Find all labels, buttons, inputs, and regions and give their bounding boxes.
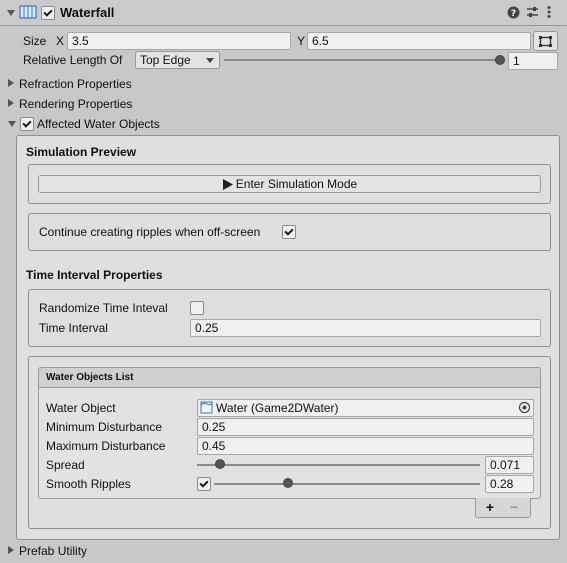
smooth-ripples-slider-track[interactable]	[214, 483, 480, 485]
water-object-label: Water Object	[46, 401, 116, 415]
refraction-foldout-arrow-icon[interactable]	[8, 79, 14, 87]
affected-foldout-arrow-icon[interactable]	[8, 121, 16, 127]
smooth-ripples-field[interactable]: 0.28	[485, 475, 534, 493]
size-y-field[interactable]: 6.5	[307, 32, 531, 50]
relative-length-dropdown-value: Top Edge	[140, 53, 191, 67]
time-interval-heading: Time Interval Properties	[26, 268, 163, 282]
preset-icon[interactable]	[526, 6, 539, 19]
edit-bounds-icon	[539, 35, 552, 47]
relative-length-slider-thumb[interactable]	[495, 55, 505, 65]
component-title: Waterfall	[60, 5, 115, 20]
maximum-disturbance-label: Maximum Disturbance	[46, 439, 166, 453]
play-icon	[222, 178, 233, 190]
time-interval-label: Time Interval	[39, 321, 108, 335]
check-mark-icon	[22, 117, 32, 128]
water-object-value: Water (Game2DWater)	[216, 401, 339, 415]
check-mark-icon	[284, 225, 294, 236]
enter-simulation-mode-button[interactable]: Enter Simulation Mode	[38, 175, 541, 193]
check-mark-icon	[43, 6, 53, 17]
time-interval-box	[28, 289, 551, 347]
component-enabled-checkbox[interactable]	[41, 6, 55, 20]
enter-simulation-mode-label: Enter Simulation Mode	[235, 177, 358, 191]
size-x-field[interactable]: 3.5	[67, 32, 291, 50]
size-label: Size	[23, 34, 47, 48]
minimum-disturbance-field[interactable]: 0.25	[197, 418, 534, 436]
relative-length-slider-track[interactable]	[224, 59, 500, 61]
help-icon[interactable]: ?	[507, 6, 520, 19]
offscreen-ripples-label: Continue creating ripples when off-scree…	[39, 225, 261, 239]
component-foldout-arrow-icon[interactable]	[7, 10, 15, 16]
relative-length-label: Relative Length Of	[23, 53, 123, 67]
smooth-ripples-label: Smooth Ripples	[46, 477, 131, 491]
remove-item-button[interactable]: −	[507, 499, 521, 515]
spread-field[interactable]: 0.071	[485, 456, 534, 474]
add-item-button[interactable]: +	[483, 499, 497, 515]
size-y-label: Y	[297, 34, 306, 48]
size-x-label: X	[56, 34, 65, 48]
water-component-icon	[200, 401, 213, 414]
object-picker-icon[interactable]	[518, 401, 531, 414]
rendering-foldout[interactable]: Rendering Properties	[19, 95, 132, 113]
randomize-time-interval-label: Randomize Time Inteval	[39, 301, 168, 315]
relative-length-field[interactable]: 1	[508, 52, 558, 70]
spread-slider-track[interactable]	[197, 464, 480, 466]
relative-length-dropdown[interactable]: Top Edge	[135, 51, 220, 69]
edit-bounds-button[interactable]	[533, 31, 558, 51]
simulation-preview-heading: Simulation Preview	[26, 145, 137, 159]
refraction-foldout[interactable]: Refraction Properties	[19, 75, 132, 93]
affected-enabled-checkbox[interactable]	[20, 117, 34, 131]
prefab-utility-foldout[interactable]: Prefab Utility	[19, 542, 87, 560]
maximum-disturbance-field[interactable]: 0.45	[197, 437, 534, 455]
chevron-down-icon	[206, 58, 214, 63]
svg-text:?: ?	[511, 9, 516, 19]
affected-foldout[interactable]: Affected Water Objects	[37, 115, 160, 133]
offscreen-ripples-checkbox[interactable]	[282, 225, 296, 239]
time-interval-field[interactable]: 0.25	[190, 319, 541, 337]
overflow-menu-icon[interactable]	[546, 5, 552, 19]
rendering-foldout-arrow-icon[interactable]	[8, 99, 14, 107]
prefab-foldout-arrow-icon[interactable]	[8, 546, 14, 554]
water-object-field[interactable]: Water (Game2DWater)	[197, 399, 534, 417]
spread-label: Spread	[46, 458, 85, 472]
water-objects-list-title: Water Objects List	[46, 372, 134, 383]
spread-slider-thumb[interactable]	[214, 459, 225, 469]
smooth-ripples-checkbox[interactable]	[197, 477, 211, 491]
randomize-time-interval-checkbox[interactable]	[190, 301, 204, 315]
waterfall-component-icon	[19, 5, 37, 19]
check-mark-icon	[199, 477, 209, 488]
minimum-disturbance-label: Minimum Disturbance	[46, 420, 163, 434]
component-header: Waterfall ?	[0, 0, 567, 26]
